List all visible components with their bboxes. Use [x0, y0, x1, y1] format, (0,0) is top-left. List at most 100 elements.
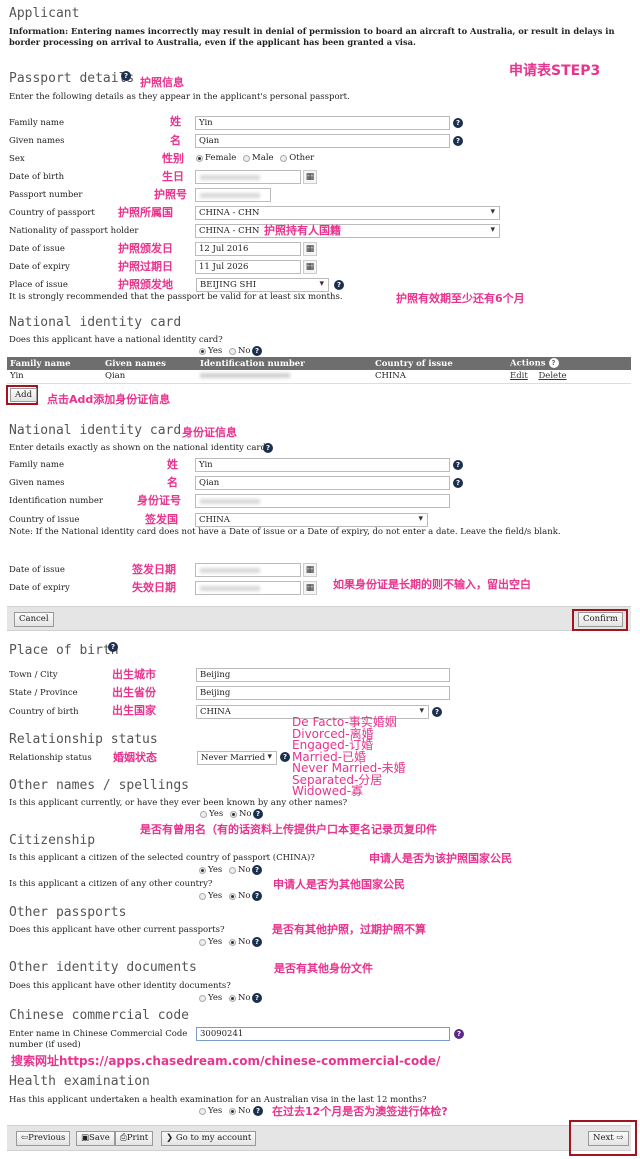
nationality-select[interactable]: CHINA - CHN: [195, 224, 500, 238]
edit-link[interactable]: Edit: [510, 371, 528, 381]
nic-given-input[interactable]: Qian: [195, 476, 450, 490]
dob-input[interactable]: [blurred]: [195, 170, 301, 184]
other-names-yes-radio[interactable]: [200, 810, 207, 818]
birth-title: Place of birth: [9, 643, 119, 658]
nic-issue-input[interactable]: [blurred]: [195, 563, 301, 577]
citizenship-q1: Is this applicant a citizen of the selec…: [9, 853, 315, 863]
other-passports-no-radio[interactable]: [228, 938, 236, 946]
place-issue-select[interactable]: BEIJING SHI: [196, 278, 329, 292]
other-ids-radio-group: Yes No: [199, 993, 255, 1004]
help-icon[interactable]: ?: [263, 443, 273, 453]
calendar-icon[interactable]: ▦: [303, 563, 317, 577]
citizenship-q1-no-radio[interactable]: [228, 866, 236, 874]
help-icon[interactable]: ?: [253, 1106, 263, 1116]
health-title: Health examination: [9, 1074, 150, 1089]
passport-number-label: Passport number: [9, 190, 83, 200]
nic-family-input[interactable]: Yin: [195, 458, 450, 472]
help-icon[interactable]: ?: [453, 136, 463, 146]
town-input[interactable]: Beijing: [196, 668, 450, 682]
annotation: 名: [167, 476, 178, 489]
help-icon[interactable]: ?: [453, 478, 463, 488]
annotation: 签发日期: [132, 563, 176, 576]
sex-female-radio[interactable]: [196, 154, 203, 162]
help-icon[interactable]: ?: [252, 937, 262, 947]
annotation: 护照所属国: [118, 206, 173, 219]
other-ids-yes-radio[interactable]: [199, 994, 206, 1002]
ccc-input[interactable]: 30090241: [196, 1027, 450, 1041]
other-passports-question: Does this applicant have other current p…: [9, 925, 225, 935]
calendar-icon[interactable]: ▦: [303, 260, 317, 274]
print-button[interactable]: ⎙Print: [115, 1131, 154, 1146]
other-passports-yes-radio[interactable]: [199, 938, 206, 946]
health-yes-radio[interactable]: [199, 1107, 206, 1115]
country-passport-label: Country of passport: [9, 208, 95, 218]
help-icon[interactable]: ?: [108, 642, 118, 652]
annotation: 身份证号: [137, 494, 181, 507]
sex-other-radio[interactable]: [280, 154, 288, 162]
nic-country-label: Country of issue: [9, 515, 80, 525]
relationship-select[interactable]: Never Married: [197, 751, 277, 765]
save-button[interactable]: ▣Save: [76, 1131, 115, 1146]
help-icon[interactable]: ?: [252, 346, 262, 356]
help-icon[interactable]: ?: [432, 707, 442, 717]
next-icon: ⇨: [613, 1133, 624, 1143]
citizenship-q1-yes-radio[interactable]: [199, 866, 206, 874]
help-icon[interactable]: ?: [454, 1029, 464, 1039]
chevron-right-icon: ❯: [166, 1133, 176, 1143]
table-row: Yin Qian CHINA Edit Delete: [7, 370, 631, 384]
family-name-input[interactable]: Yin: [195, 116, 450, 130]
help-icon[interactable]: ?: [334, 280, 344, 290]
calendar-icon[interactable]: ▦: [303, 170, 317, 184]
calendar-icon[interactable]: ▦: [303, 581, 317, 595]
state-input[interactable]: Beijing: [196, 686, 450, 700]
annotation: 护照过期日: [118, 260, 173, 273]
nic-id-input[interactable]: [blurred]: [195, 494, 450, 508]
cell-id: [197, 370, 372, 384]
annotation: 名: [170, 134, 181, 147]
table-header-row: Family name Given names Identification n…: [7, 357, 631, 370]
other-passports-radio-group: Yes No: [199, 937, 255, 948]
passport-number-input[interactable]: [blurred]: [195, 188, 271, 202]
help-icon[interactable]: ?: [121, 71, 131, 81]
confirm-button[interactable]: Confirm: [578, 612, 623, 627]
citizenship-q1-radio-group: Yes No: [199, 865, 255, 876]
help-icon[interactable]: ?: [548, 358, 559, 369]
help-icon[interactable]: ?: [252, 993, 262, 1003]
previous-button[interactable]: ⇦Previous: [16, 1131, 71, 1146]
other-names-no-radio[interactable]: [229, 810, 237, 818]
help-icon[interactable]: ?: [453, 460, 463, 470]
country-passport-select[interactable]: CHINA - CHN: [195, 206, 500, 220]
nic-yes-radio[interactable]: [199, 347, 206, 355]
citizenship-q2-no-radio[interactable]: [228, 892, 236, 900]
citizenship-q2-annotation: 申请人是否为其他国家公民: [273, 878, 405, 891]
issue-date-input[interactable]: 12 Jul 2016: [195, 242, 301, 256]
nic-given-label: Given names: [9, 478, 65, 488]
passport-title: Passport details: [9, 71, 135, 86]
given-names-input[interactable]: Qian: [195, 134, 450, 148]
nationality-label: Nationality of passport holder: [9, 226, 139, 236]
add-button[interactable]: Add: [10, 388, 38, 402]
nic-no-radio[interactable]: [228, 347, 236, 355]
help-icon[interactable]: ?: [253, 809, 263, 819]
nic-country-select[interactable]: CHINA: [195, 513, 428, 527]
help-icon[interactable]: ?: [280, 752, 290, 762]
annotation: 出生城市: [112, 668, 156, 681]
help-icon[interactable]: ?: [252, 891, 262, 901]
expiry-date-input[interactable]: 11 Jul 2026: [195, 260, 301, 274]
sex-male-radio[interactable]: [243, 154, 251, 162]
delete-link[interactable]: Delete: [538, 371, 566, 381]
other-ids-no-radio[interactable]: [228, 994, 236, 1002]
nic-expiry-label: Date of expiry: [9, 583, 70, 593]
citizenship-q2-yes-radio[interactable]: [199, 892, 206, 900]
annotation: 失效日期: [132, 581, 176, 594]
cancel-button[interactable]: Cancel: [14, 612, 54, 627]
help-icon[interactable]: ?: [453, 118, 463, 128]
go-to-account-button[interactable]: ❯ Go to my account: [161, 1131, 257, 1146]
calendar-icon[interactable]: ▦: [303, 242, 317, 256]
nic-expiry-input[interactable]: [blurred]: [195, 581, 301, 595]
help-icon[interactable]: ?: [252, 865, 262, 875]
citizenship-q1-annotation: 申请人是否为该护照国家公民: [369, 852, 512, 865]
next-button[interactable]: Next ⇨: [588, 1131, 629, 1146]
health-no-radio[interactable]: [228, 1107, 236, 1115]
annotation: 姓: [170, 115, 181, 128]
